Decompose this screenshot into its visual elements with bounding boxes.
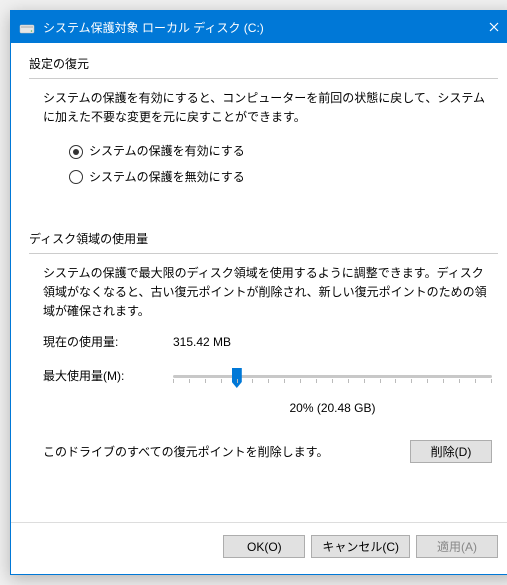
ok-button[interactable]: OK(O): [223, 535, 305, 558]
usage-section: ディスク領域の使用量 システムの保護で最大限のディスク領域を使用するように調整で…: [29, 230, 498, 463]
restore-header: 設定の復元: [29, 55, 498, 76]
cancel-button[interactable]: キャンセル(C): [311, 535, 410, 558]
divider: [29, 253, 498, 254]
usage-header: ディスク領域の使用量: [29, 230, 498, 251]
max-usage-slider[interactable]: [173, 367, 492, 387]
window-title: システム保護対象 ローカル ディスク (C:): [43, 19, 471, 36]
system-protection-dialog: システム保護対象 ローカル ディスク (C:) 設定の復元 システムの保護を有効…: [10, 10, 507, 575]
max-usage-row: 最大使用量(M):: [43, 367, 492, 387]
restore-description: システムの保護を有効にすると、コンピューターを前回の状態に戻して、システムに加え…: [43, 89, 492, 127]
delete-row: このドライブのすべての復元ポイントを削除します。 削除(D): [29, 440, 498, 463]
max-usage-label: 最大使用量(M):: [43, 367, 173, 386]
radio-icon: [69, 170, 83, 184]
apply-button[interactable]: 適用(A): [416, 535, 498, 558]
restore-section: 設定の復元 システムの保護を有効にすると、コンピューターを前回の状態に戻して、シ…: [29, 55, 498, 190]
delete-description: このドライブのすべての復元ポイントを削除します。: [43, 443, 328, 460]
current-usage-row: 現在の使用量: 315.42 MB: [43, 333, 492, 352]
slider-value-text: 20% (20.48 GB): [173, 399, 492, 418]
usage-description: システムの保護で最大限のディスク領域を使用するように調整できます。ディスク領域が…: [43, 264, 492, 322]
close-button[interactable]: [471, 11, 507, 43]
current-usage-label: 現在の使用量:: [43, 333, 173, 352]
radio-icon: [69, 145, 83, 159]
radio-enable-protection[interactable]: システムの保護を有効にする: [43, 139, 492, 164]
titlebar: システム保護対象 ローカル ディスク (C:): [11, 11, 507, 43]
dialog-body: 設定の復元 システムの保護を有効にすると、コンピューターを前回の状態に戻して、シ…: [11, 43, 507, 522]
radio-disable-protection[interactable]: システムの保護を無効にする: [43, 165, 492, 190]
drive-icon: [19, 19, 35, 35]
current-usage-value: 315.42 MB: [173, 333, 231, 352]
delete-button[interactable]: 削除(D): [410, 440, 492, 463]
radio-enable-label: システムの保護を有効にする: [89, 142, 245, 161]
radio-disable-label: システムの保護を無効にする: [89, 168, 245, 187]
divider: [29, 78, 498, 79]
dialog-footer: OK(O) キャンセル(C) 適用(A): [11, 522, 507, 574]
